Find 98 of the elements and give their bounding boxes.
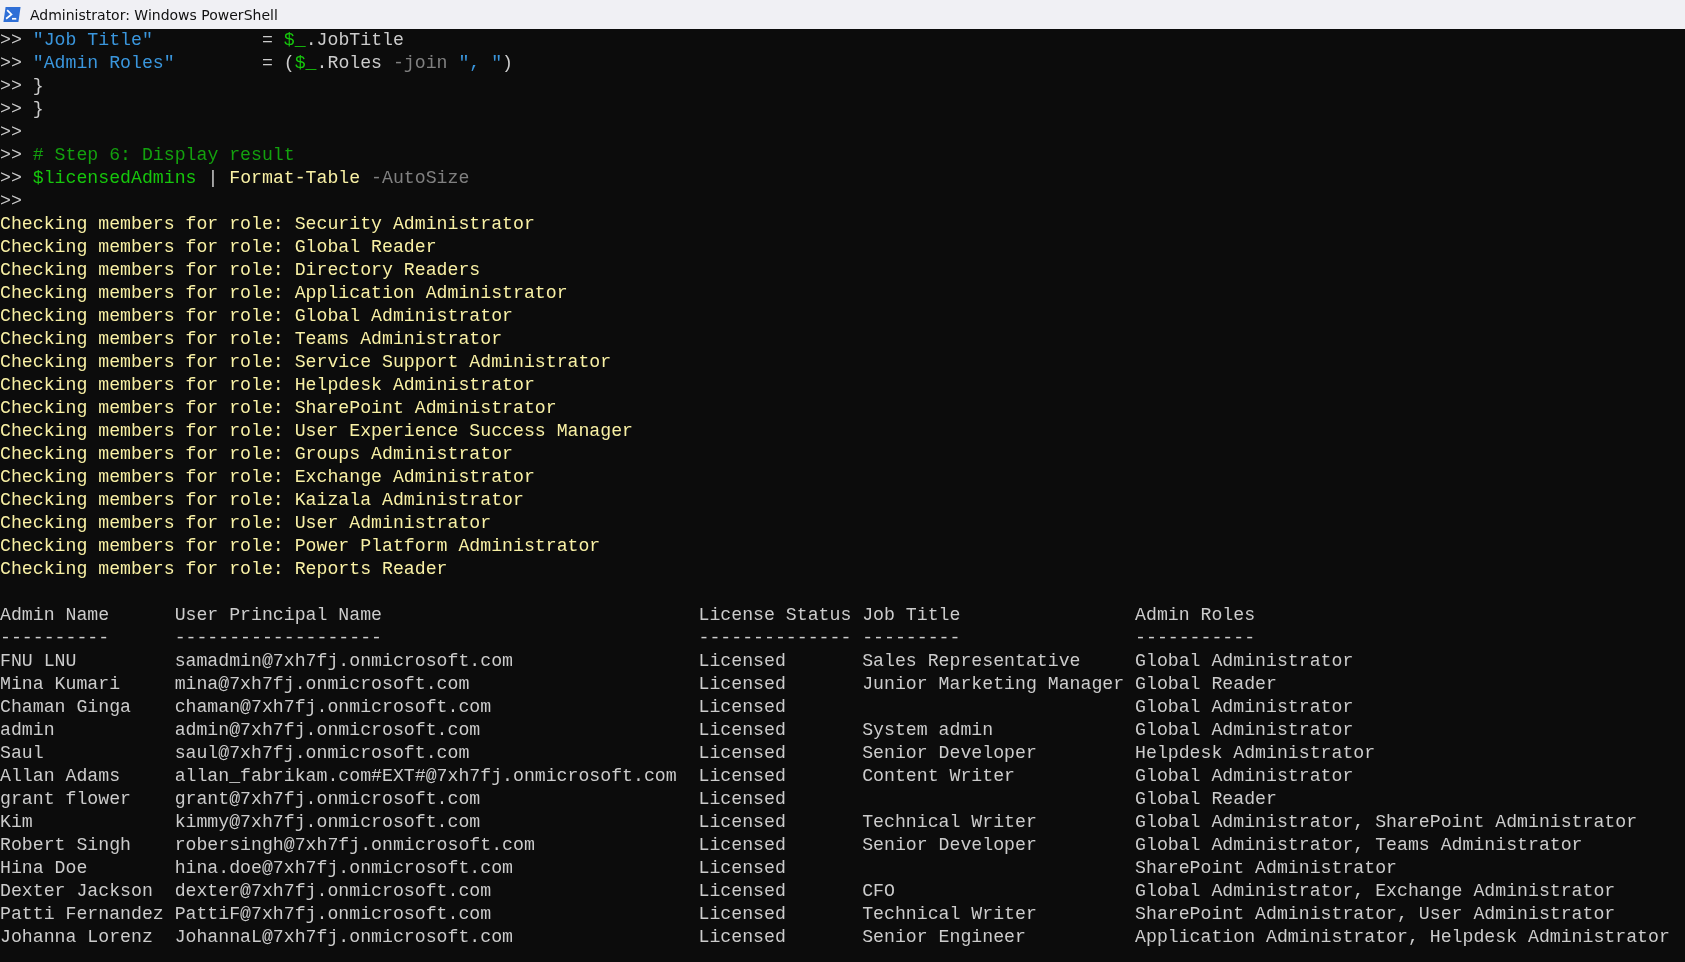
powershell-icon (3, 7, 21, 22)
output-line: Checking members for role: Power Platform Administrator (0, 535, 601, 558)
output-line: Checking members for role: User Experience Success Manager (0, 420, 634, 443)
table-cell: Global Reader (1135, 674, 1277, 694)
table-cell: Licensed (698, 881, 786, 901)
table-cell: grant@7xh7fj.onmicrosoft.com (174, 789, 481, 809)
table-cell: Licensed (698, 743, 786, 763)
output-line: Checking members for role: Helpdesk Administrator (0, 374, 535, 397)
table-cell: Licensed (698, 835, 786, 855)
table-cell: Senior Developer (862, 835, 1037, 855)
header-underline: --------- (862, 628, 961, 648)
column-header: Admin Roles (1135, 605, 1256, 625)
table-cell: Licensed (698, 812, 786, 832)
table-cell: chaman@7xh7fj.onmicrosoft.com (174, 697, 492, 717)
output-line: Checking members for role: Teams Administrator (0, 328, 503, 351)
column-header: User Principal Name (174, 605, 382, 625)
table-cell: admin@7xh7fj.onmicrosoft.com (174, 720, 481, 740)
table-cell: grant flower (0, 789, 131, 809)
table-cell: Licensed (698, 789, 786, 809)
table-cell: Allan Adams (0, 766, 121, 786)
command-line: >> "Admin Roles" = ($_.Roles -join ", ") (0, 52, 514, 75)
output-line: Checking members for role: Global Administrator (0, 305, 513, 328)
table-cell: SharePoint Administrator, User Administrator (1135, 904, 1616, 924)
table-cell: Global Administrator (1135, 697, 1354, 717)
table-cell: SharePoint Administrator (1135, 858, 1397, 878)
table-cell: Robert Singh (0, 835, 131, 855)
command-line: >> "Job Title" = $_.JobTitle (0, 29, 404, 52)
table-cell: mina@7xh7fj.onmicrosoft.com (174, 674, 470, 694)
table-cell: Licensed (698, 766, 786, 786)
table-cell: Licensed (698, 674, 786, 694)
header-underline: ---------- (0, 628, 110, 648)
table-cell: Technical Writer (862, 904, 1037, 924)
command-line: >> # Step 6: Display result (0, 144, 295, 167)
table-cell: Licensed (698, 651, 786, 671)
command-line: >> } (0, 98, 44, 121)
table-cell: Global Administrator, SharePoint Administrator (1135, 812, 1638, 832)
command-line: >> (0, 121, 22, 144)
output-line: Checking members for role: Exchange Administrator (0, 466, 535, 489)
table-cell: Global Administrator (1135, 766, 1354, 786)
output-line: Checking members for role: Directory Readers (0, 259, 481, 282)
table-cell: Junior Marketing Manager (862, 674, 1125, 694)
table-cell: Technical Writer (862, 812, 1037, 832)
output-line: Checking members for role: Application Administrator (0, 282, 568, 305)
table-cell: Senior Engineer (862, 927, 1026, 947)
output-line: Checking members for role: SharePoint Administrator (0, 397, 557, 420)
table-cell: Chaman Ginga (0, 697, 131, 717)
table-cell: Licensed (698, 858, 786, 878)
table-cell: Hina Doe (0, 858, 88, 878)
table-cell: Johanna Lorenz (0, 927, 153, 947)
column-header: Admin Name (0, 605, 110, 625)
table-cell: Sales Representative (862, 651, 1081, 671)
table-cell: Senior Developer (862, 743, 1037, 763)
command-line: >> $licensedAdmins | Format-Table -AutoSize (0, 167, 470, 190)
table-cell: Global Administrator, Teams Administrator (1135, 835, 1583, 855)
output-line: Checking members for role: Service Support Administrator (0, 351, 612, 374)
window-title: Administrator: Windows PowerShell (30, 6, 278, 23)
table-cell: kimmy@7xh7fj.onmicrosoft.com (174, 812, 481, 832)
table-cell: Saul (0, 743, 44, 763)
table-cell: Kim (0, 812, 33, 832)
table-cell: PattiF@7xh7fj.onmicrosoft.com (174, 904, 492, 924)
column-header: License Status (698, 605, 852, 625)
table-cell: Licensed (698, 697, 786, 717)
table-cell: hina.doe@7xh7fj.onmicrosoft.com (174, 858, 513, 878)
table-cell: Licensed (698, 904, 786, 924)
table-cell: allan_fabrikam.com#EXT#@7xh7fj.onmicrosoft.com (174, 766, 677, 786)
table-cell: samadmin@7xh7fj.onmicrosoft.com (174, 651, 513, 671)
table-cell: robersingh@7xh7fj.onmicrosoft.com (174, 835, 535, 855)
table-cell: Helpdesk Administrator (1135, 743, 1376, 763)
table-cell: saul@7xh7fj.onmicrosoft.com (174, 743, 470, 763)
table-cell: Global Administrator, Exchange Administrator (1135, 881, 1616, 901)
header-underline: ----------- (1135, 628, 1256, 648)
command-line: >> (0, 190, 22, 213)
column-header: Job Title (862, 605, 961, 625)
table-cell: FNU LNU (0, 651, 77, 671)
output-line: Checking members for role: Kaizala Administrator (0, 489, 524, 512)
output-line: Checking members for role: User Administrator (0, 512, 492, 535)
command-line: >> } (0, 75, 44, 98)
output-line: Checking members for role: Global Reader (0, 236, 437, 259)
table-cell: admin (0, 720, 55, 740)
table-cell: Dexter Jackson (0, 881, 153, 901)
output-line: Checking members for role: Groups Administrator (0, 443, 513, 466)
header-underline: ------------------- (174, 628, 382, 648)
table-cell: JohannaL@7xh7fj.onmicrosoft.com (174, 927, 513, 947)
table-cell: Application Administrator, Helpdesk Administrator (1135, 927, 1670, 947)
table-cell: dexter@7xh7fj.onmicrosoft.com (174, 881, 492, 901)
output-line: Checking members for role: Reports Reader (0, 558, 448, 581)
table-cell: CFO (862, 881, 895, 901)
output-line: Checking members for role: Security Administrator (0, 213, 535, 236)
table-cell: System admin (862, 720, 994, 740)
table-cell: Licensed (698, 720, 786, 740)
header-underline: -------------- (698, 628, 852, 648)
table-cell: Mina Kumari (0, 674, 121, 694)
table-cell: Global Administrator (1135, 651, 1354, 671)
table-cell: Content Writer (862, 766, 1015, 786)
table-cell: Patti Fernandez (0, 904, 164, 924)
table-cell: Global Administrator (1135, 720, 1354, 740)
table-cell: Global Reader (1135, 789, 1277, 809)
table-cell: Licensed (698, 927, 786, 947)
